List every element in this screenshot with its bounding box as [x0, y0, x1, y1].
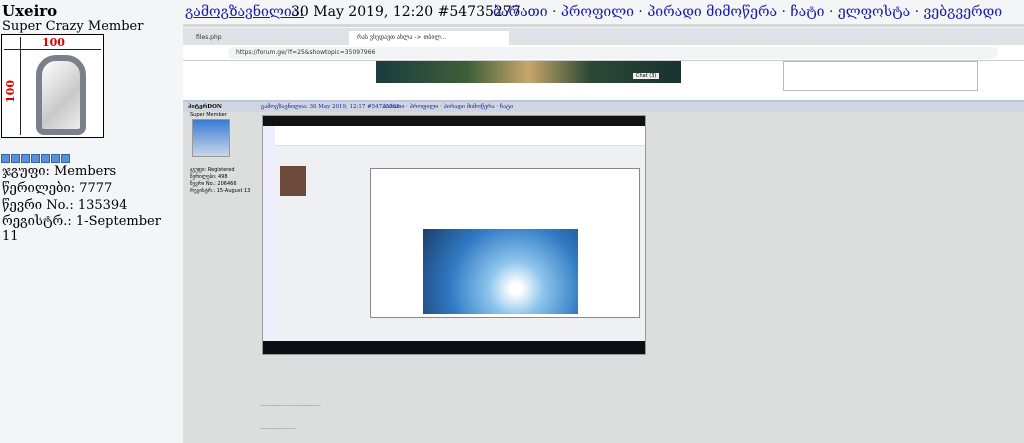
address-bar: https://forum.ge/?f=25&showtopic=3509796… [183, 45, 1024, 61]
inner-post-header: პიტერDON გამოგზავნილია: 30 May 2019, 12:… [183, 100, 1024, 112]
user-posts: წერილები: 7777 [2, 181, 113, 196]
tab-files: files.php [196, 34, 222, 41]
attached-screenshot: files.php რას ვხედავთ ახლა -> თბილ... ht… [183, 28, 1024, 443]
post-date: 30 May 2019, 12:20 #54735277 [291, 4, 521, 20]
tab-topic: რას ვხედავთ ახლა -> თბილ... [349, 31, 509, 45]
inner-avatar [192, 119, 230, 157]
taskbar [263, 341, 645, 354]
browser-tabs: files.php რას ვხედავთ ახლა -> თბილ... [183, 28, 1024, 45]
user-rank: Super Crazy Member [2, 19, 144, 34]
user-links[interactable]: ბარათი · პროფილი · პირადი მიმოწერა · ჩატ… [493, 4, 1002, 20]
post-header: გამოგზავნილია: 30 May 2019, 12:20 #54735… [183, 0, 1024, 28]
mirror-image [36, 55, 86, 135]
user-sidebar: Uxeiro Super Crazy Member 100 100 ჯგუფი:… [0, 0, 176, 443]
post-link[interactable]: გამოგზავნილია: [185, 4, 304, 20]
nested-screenshot [262, 115, 646, 355]
avatar: 100 100 [1, 34, 104, 138]
user-member-no: წევრი No.: 135394 [2, 198, 128, 213]
sunlight-photo [423, 229, 578, 314]
username[interactable]: Uxeiro [2, 2, 57, 20]
user-group: ჯგუფი: Members [2, 164, 117, 179]
page-content: Chat (3) [183, 61, 1024, 101]
user-registered: რეგისტრ.: 1-September 11 [2, 214, 161, 244]
divider [183, 24, 1024, 27]
rank-pips [1, 154, 70, 163]
city-photo [376, 61, 681, 83]
